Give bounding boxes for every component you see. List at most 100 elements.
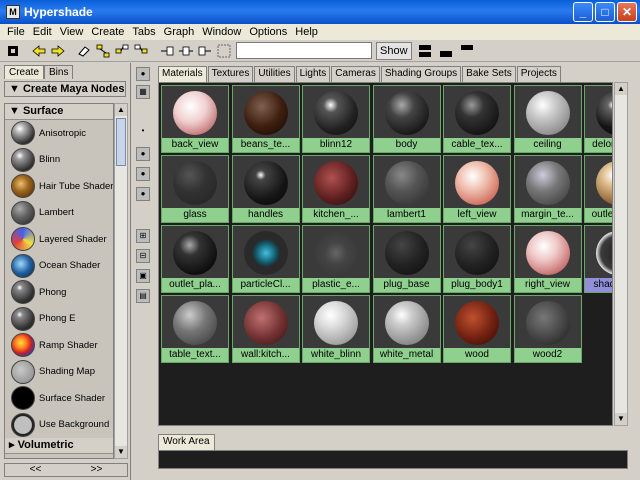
tab-utilities[interactable]: Utilities bbox=[254, 66, 295, 82]
menu-file[interactable]: File bbox=[3, 26, 29, 38]
scrollbar-thumb[interactable] bbox=[116, 118, 126, 166]
material-swatch[interactable]: plastic_e... bbox=[302, 225, 370, 293]
menu-tabs[interactable]: Tabs bbox=[128, 26, 159, 38]
graph-downstream-icon[interactable] bbox=[132, 42, 150, 60]
node-type-item[interactable]: Blinn bbox=[5, 147, 113, 174]
material-swatch[interactable]: ceiling bbox=[513, 85, 582, 153]
menu-graph[interactable]: Graph bbox=[160, 26, 199, 38]
menu-create[interactable]: Create bbox=[87, 26, 128, 38]
scroll-up-icon[interactable]: ▲ bbox=[615, 83, 627, 95]
tab-work-area[interactable]: Work Area bbox=[158, 434, 215, 450]
hierarchy-icon[interactable]: ⊟ bbox=[136, 249, 150, 263]
tab-bake-sets[interactable]: Bake Sets bbox=[462, 66, 516, 82]
tab-create[interactable]: Create bbox=[4, 65, 45, 79]
create-maya-nodes-header[interactable]: ▼ Create Maya Nodes bbox=[4, 81, 126, 97]
in-out-connections-icon[interactable] bbox=[177, 42, 195, 60]
tear-off-icon[interactable] bbox=[4, 42, 22, 60]
menu-edit[interactable]: Edit bbox=[29, 26, 56, 38]
node-list-scrollbar[interactable]: ▲ ▼ bbox=[114, 103, 128, 459]
layout-top-icon[interactable] bbox=[459, 43, 475, 59]
node-type-item[interactable]: Ocean Shader bbox=[5, 253, 113, 280]
output-connections-icon[interactable] bbox=[196, 42, 214, 60]
sphere-icon[interactable]: ● bbox=[136, 147, 150, 161]
node-type-item[interactable]: Anisotropic bbox=[5, 120, 113, 147]
menu-help[interactable]: Help bbox=[291, 26, 322, 38]
material-swatch[interactable]: plug_base bbox=[372, 225, 441, 293]
tab-lights[interactable]: Lights bbox=[295, 66, 331, 82]
material-swatch[interactable]: cable_tex... bbox=[443, 85, 511, 153]
node-icon[interactable]: ▤ bbox=[136, 289, 150, 303]
tab-projects[interactable]: Projects bbox=[516, 66, 561, 82]
grid-icon[interactable]: ▦ bbox=[136, 85, 150, 99]
filter-input[interactable] bbox=[236, 42, 372, 59]
material-swatch[interactable]: blinn12 bbox=[302, 85, 370, 153]
node-type-item[interactable]: Surface Shader bbox=[5, 385, 113, 412]
input-connections-icon[interactable] bbox=[158, 42, 176, 60]
arrow-left-icon[interactable] bbox=[30, 42, 48, 60]
sphere-icon[interactable]: ● bbox=[136, 187, 150, 201]
tab-cameras[interactable]: Cameras bbox=[331, 66, 380, 82]
material-swatch[interactable]: particleCl... bbox=[231, 225, 300, 293]
tab-materials[interactable]: Materials bbox=[158, 66, 207, 82]
material-swatch[interactable]: right_view bbox=[513, 225, 582, 293]
material-swatch[interactable]: glass bbox=[161, 155, 229, 223]
small-sphere-icon[interactable]: • bbox=[136, 125, 150, 139]
material-swatch[interactable]: left_view bbox=[443, 155, 511, 223]
material-swatch[interactable]: plug_body1 bbox=[443, 225, 511, 293]
material-swatch[interactable]: back_view bbox=[161, 85, 229, 153]
close-button[interactable]: ✕ bbox=[617, 2, 637, 22]
scroll-left-button[interactable]: << bbox=[30, 464, 42, 476]
material-swatch[interactable]: wood bbox=[443, 295, 511, 363]
sphere-icon[interactable]: ● bbox=[136, 67, 150, 81]
scroll-down-icon[interactable]: ▼ bbox=[115, 446, 127, 458]
hierarchy-icon[interactable]: ⊞ bbox=[136, 229, 150, 243]
material-swatch[interactable]: outlet_pla... bbox=[161, 225, 229, 293]
materials-scrollbar[interactable]: ▲ ▼ bbox=[614, 82, 628, 426]
scroll-down-icon[interactable]: ▼ bbox=[615, 413, 627, 425]
tab-textures[interactable]: Textures bbox=[207, 66, 254, 82]
node-type-item[interactable]: Phong bbox=[5, 279, 113, 306]
node-type-item[interactable]: Ramp Shader bbox=[5, 332, 113, 359]
material-swatch[interactable]: wood2 bbox=[513, 295, 582, 363]
layout-bottom-icon[interactable] bbox=[438, 43, 454, 59]
tab-bins[interactable]: Bins bbox=[44, 65, 74, 79]
scroll-right-button[interactable]: >> bbox=[91, 464, 103, 476]
material-swatch[interactable]: outler_ma... bbox=[584, 155, 612, 223]
material-swatch[interactable]: kitchen_... bbox=[302, 155, 370, 223]
material-swatch[interactable]: lambert1 bbox=[372, 155, 441, 223]
node-type-item[interactable]: Lambert bbox=[5, 200, 113, 227]
show-button[interactable]: Show bbox=[376, 41, 412, 60]
layout-split-icon[interactable] bbox=[417, 43, 433, 59]
material-swatch[interactable]: delonghi_... bbox=[584, 85, 612, 153]
node-type-item[interactable]: Shading Map bbox=[5, 359, 113, 386]
sphere-icon[interactable]: ● bbox=[136, 167, 150, 181]
node-type-item[interactable]: Phong E bbox=[5, 306, 113, 333]
menu-view[interactable]: View bbox=[56, 26, 88, 38]
node-type-item[interactable]: Layered Shader bbox=[5, 226, 113, 253]
menu-window[interactable]: Window bbox=[198, 26, 245, 38]
eraser-icon[interactable] bbox=[75, 42, 93, 60]
material-swatch[interactable]: body bbox=[372, 85, 441, 153]
surface-section-header[interactable]: ▼ Surface bbox=[5, 104, 113, 120]
material-swatch[interactable]: shaderGl... bbox=[584, 225, 612, 293]
maximize-button[interactable]: □ bbox=[595, 2, 615, 22]
material-swatch[interactable]: table_text... bbox=[161, 295, 229, 363]
node-icon[interactable]: ▣ bbox=[136, 269, 150, 283]
arrow-right-icon[interactable] bbox=[49, 42, 67, 60]
scroll-up-icon[interactable]: ▲ bbox=[115, 104, 127, 116]
material-swatch[interactable]: beans_te... bbox=[231, 85, 300, 153]
material-swatch[interactable]: handles bbox=[231, 155, 300, 223]
material-swatch[interactable]: margin_te... bbox=[513, 155, 582, 223]
material-swatch[interactable]: wall:kitch... bbox=[231, 295, 300, 363]
work-area-canvas[interactable] bbox=[158, 450, 628, 469]
graph-network-icon[interactable] bbox=[94, 42, 112, 60]
materials-grid[interactable]: back_view beans_te... blinn12 body cable_tex… bbox=[158, 82, 613, 426]
node-list[interactable]: ▼ Surface Anisotropic Blinn Hair Tube Shad… bbox=[4, 103, 114, 459]
clear-graph-icon[interactable] bbox=[215, 42, 233, 60]
tab-shading-groups[interactable]: Shading Groups bbox=[380, 66, 462, 82]
node-type-item[interactable]: Use Background bbox=[5, 412, 113, 439]
material-swatch[interactable]: white_blinn bbox=[302, 295, 370, 363]
node-type-item[interactable]: Hair Tube Shader bbox=[5, 173, 113, 200]
menu-options[interactable]: Options bbox=[245, 26, 291, 38]
minimize-button[interactable]: _ bbox=[573, 2, 593, 22]
